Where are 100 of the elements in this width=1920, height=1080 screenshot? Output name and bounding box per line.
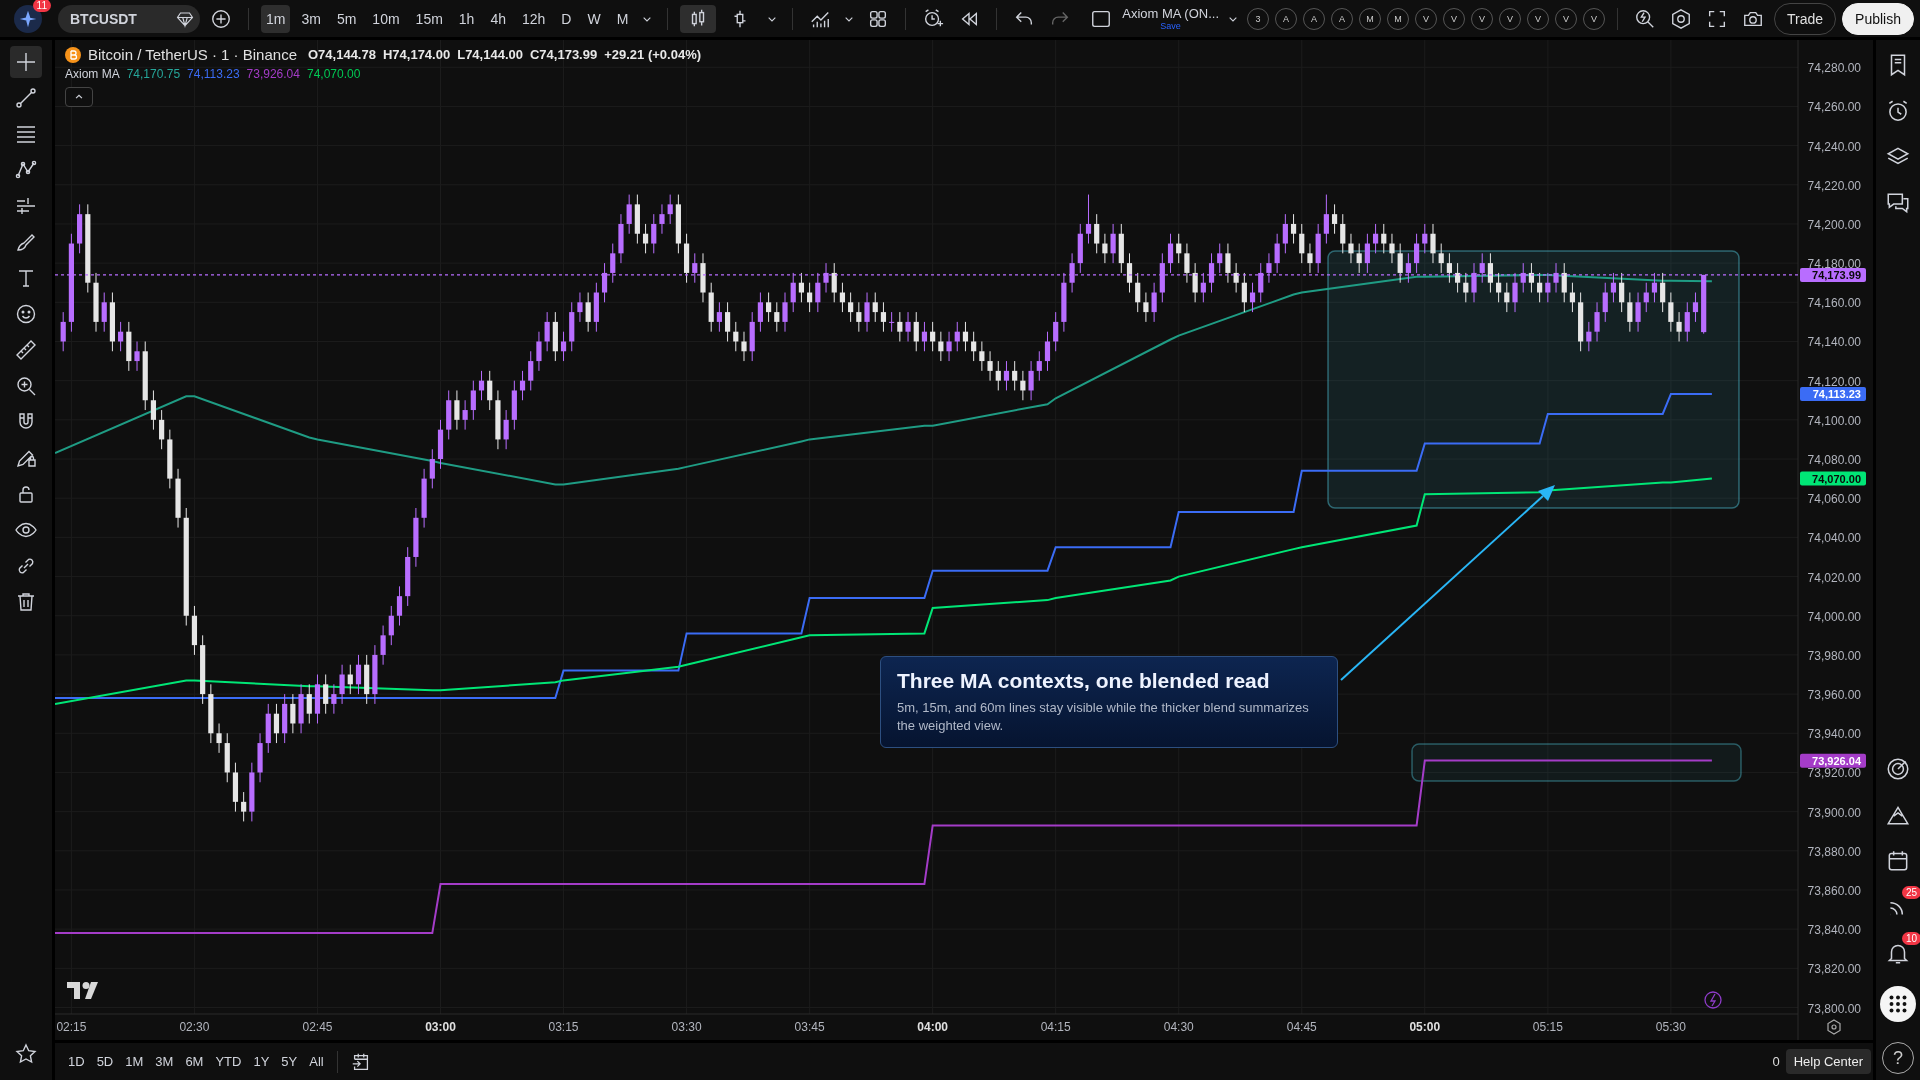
time-axis-label: 04:30 — [1163, 1020, 1194, 1034]
candlestick — [757, 292, 763, 333]
candlestick — [1438, 243, 1444, 274]
range-button[interactable]: 1Y — [248, 1050, 275, 1073]
indicator-value: 74,170.75 — [126, 67, 181, 81]
chart-type-button[interactable] — [680, 4, 717, 33]
interval-tab[interactable]: M — [611, 4, 634, 33]
candlestick — [380, 625, 386, 666]
count-badge: 10 — [1901, 932, 1920, 945]
range-button[interactable]: 6M — [180, 1050, 209, 1073]
candlestick — [741, 331, 747, 362]
save-link[interactable]: Save — [1160, 21, 1181, 31]
range-button[interactable]: YTD — [210, 1050, 247, 1073]
lightning-icon — [1704, 991, 1722, 1009]
range-button[interactable]: 1M — [120, 1050, 149, 1073]
star-icon[interactable] — [14, 1042, 38, 1066]
range-button[interactable]: 1D — [63, 1050, 90, 1073]
zoom-icon — [14, 374, 38, 398]
interval-tab[interactable]: 15m — [410, 4, 448, 33]
candlestick — [651, 213, 657, 254]
interval-tab[interactable]: 1h — [453, 4, 480, 33]
indicator-name[interactable]: Axiom MA — [65, 67, 120, 81]
candlestick — [1307, 243, 1313, 274]
candlestick — [1512, 272, 1518, 313]
range-button[interactable]: 3M — [150, 1050, 179, 1073]
ohlc-value: L74,144.00 — [457, 47, 523, 62]
price-axis-label: 74,040.00 — [1807, 531, 1861, 546]
candlestick — [1135, 272, 1141, 313]
candlestick — [323, 674, 329, 715]
interval-tab[interactable]: 4h — [485, 4, 511, 33]
range-button[interactable]: 5D — [91, 1050, 119, 1073]
candlestick — [1381, 223, 1387, 254]
diamond-icon[interactable] — [176, 9, 194, 28]
time-axis-label: 03:00 — [425, 1020, 456, 1034]
candlestick — [880, 301, 887, 333]
candlestick — [1340, 213, 1346, 254]
price-axis-label: 74,220.00 — [1807, 178, 1861, 193]
candlestick — [1331, 203, 1338, 235]
callout-title: Three MA contexts, one blended read — [897, 669, 1271, 693]
interval-tab[interactable]: D — [556, 4, 577, 33]
range-button[interactable]: 5Y — [276, 1050, 303, 1073]
symbol-search-field[interactable]: BTCUSDT — [58, 4, 200, 33]
candlestick — [1151, 282, 1157, 323]
candlestick — [1405, 252, 1411, 284]
indicator-value: 73,926.04 — [246, 67, 300, 81]
price-badge: 73,926.04 — [1800, 753, 1866, 768]
price-axis-label: 74,100.00 — [1807, 413, 1861, 428]
candlestick — [1422, 223, 1428, 254]
publish-button[interactable]: Publish — [1842, 2, 1914, 35]
price-axis-label: 74,200.00 — [1807, 217, 1861, 232]
price-axis-label: 73,880.00 — [1807, 844, 1861, 859]
interval-tab[interactable]: 3m — [296, 4, 326, 33]
smiley-icon — [14, 302, 38, 326]
interval-tab[interactable]: 12h — [517, 4, 551, 33]
candlestick — [1290, 213, 1297, 245]
interval-tab[interactable]: W — [582, 4, 606, 33]
settings-icon[interactable] — [1827, 1019, 1841, 1035]
symbol-title[interactable]: Bitcoin / TetherUS · 1 · Binance — [88, 46, 297, 63]
apps-button[interactable] — [1880, 986, 1916, 1022]
price-axis-label: 73,980.00 — [1807, 648, 1861, 663]
layout-name[interactable]: Axiom MA (ON... — [1122, 6, 1219, 20]
crosshair-icon — [14, 50, 38, 74]
ohlc-value: O74,144.78 — [308, 47, 376, 62]
target-icon[interactable] — [1885, 756, 1911, 782]
candlestick — [101, 292, 107, 333]
candlestick — [815, 272, 821, 313]
candlestick — [429, 448, 435, 489]
candlestick — [1012, 360, 1018, 391]
price-axis-label: 74,060.00 — [1807, 492, 1861, 507]
candlestick — [1184, 243, 1190, 284]
price-axis-label: 74,260.00 — [1807, 100, 1861, 115]
candlestick — [1044, 331, 1051, 372]
candlestick — [1487, 252, 1494, 294]
candlestick — [946, 331, 952, 362]
tooltip: Help Center — [1785, 1049, 1871, 1074]
callout-text: 5m, 15m, and 60m lines stay visible while the thicker blend summarizes the weighted view. — [897, 699, 1310, 736]
drawing-tool-button[interactable] — [10, 46, 42, 78]
price-axis-label: 73,940.00 — [1807, 727, 1861, 742]
candlestick — [134, 340, 140, 372]
candlestick — [1003, 360, 1010, 391]
candlestick — [1635, 292, 1641, 333]
candlestick — [872, 292, 878, 323]
candlestick — [1299, 223, 1305, 264]
price-change: +29.21 (+0.04%) — [604, 47, 702, 62]
candlestick — [60, 311, 66, 352]
interval-tab[interactable]: 5m — [331, 4, 362, 33]
candlestick — [536, 331, 542, 372]
candlestick — [1520, 262, 1526, 294]
candlestick — [1627, 292, 1633, 333]
candlestick — [856, 301, 862, 333]
candlestick — [1200, 272, 1206, 303]
time-axis-label: 04:45 — [1286, 1020, 1317, 1034]
price-axis-label: 74,000.00 — [1807, 609, 1861, 624]
candlestick — [716, 301, 722, 333]
candlestick — [159, 409, 165, 450]
range-button[interactable]: All — [304, 1050, 329, 1073]
interval-tab[interactable]: 10m — [367, 4, 405, 33]
interval-tab[interactable]: 1m — [261, 4, 291, 33]
candlestick — [1323, 194, 1329, 245]
candlestick — [388, 605, 394, 646]
